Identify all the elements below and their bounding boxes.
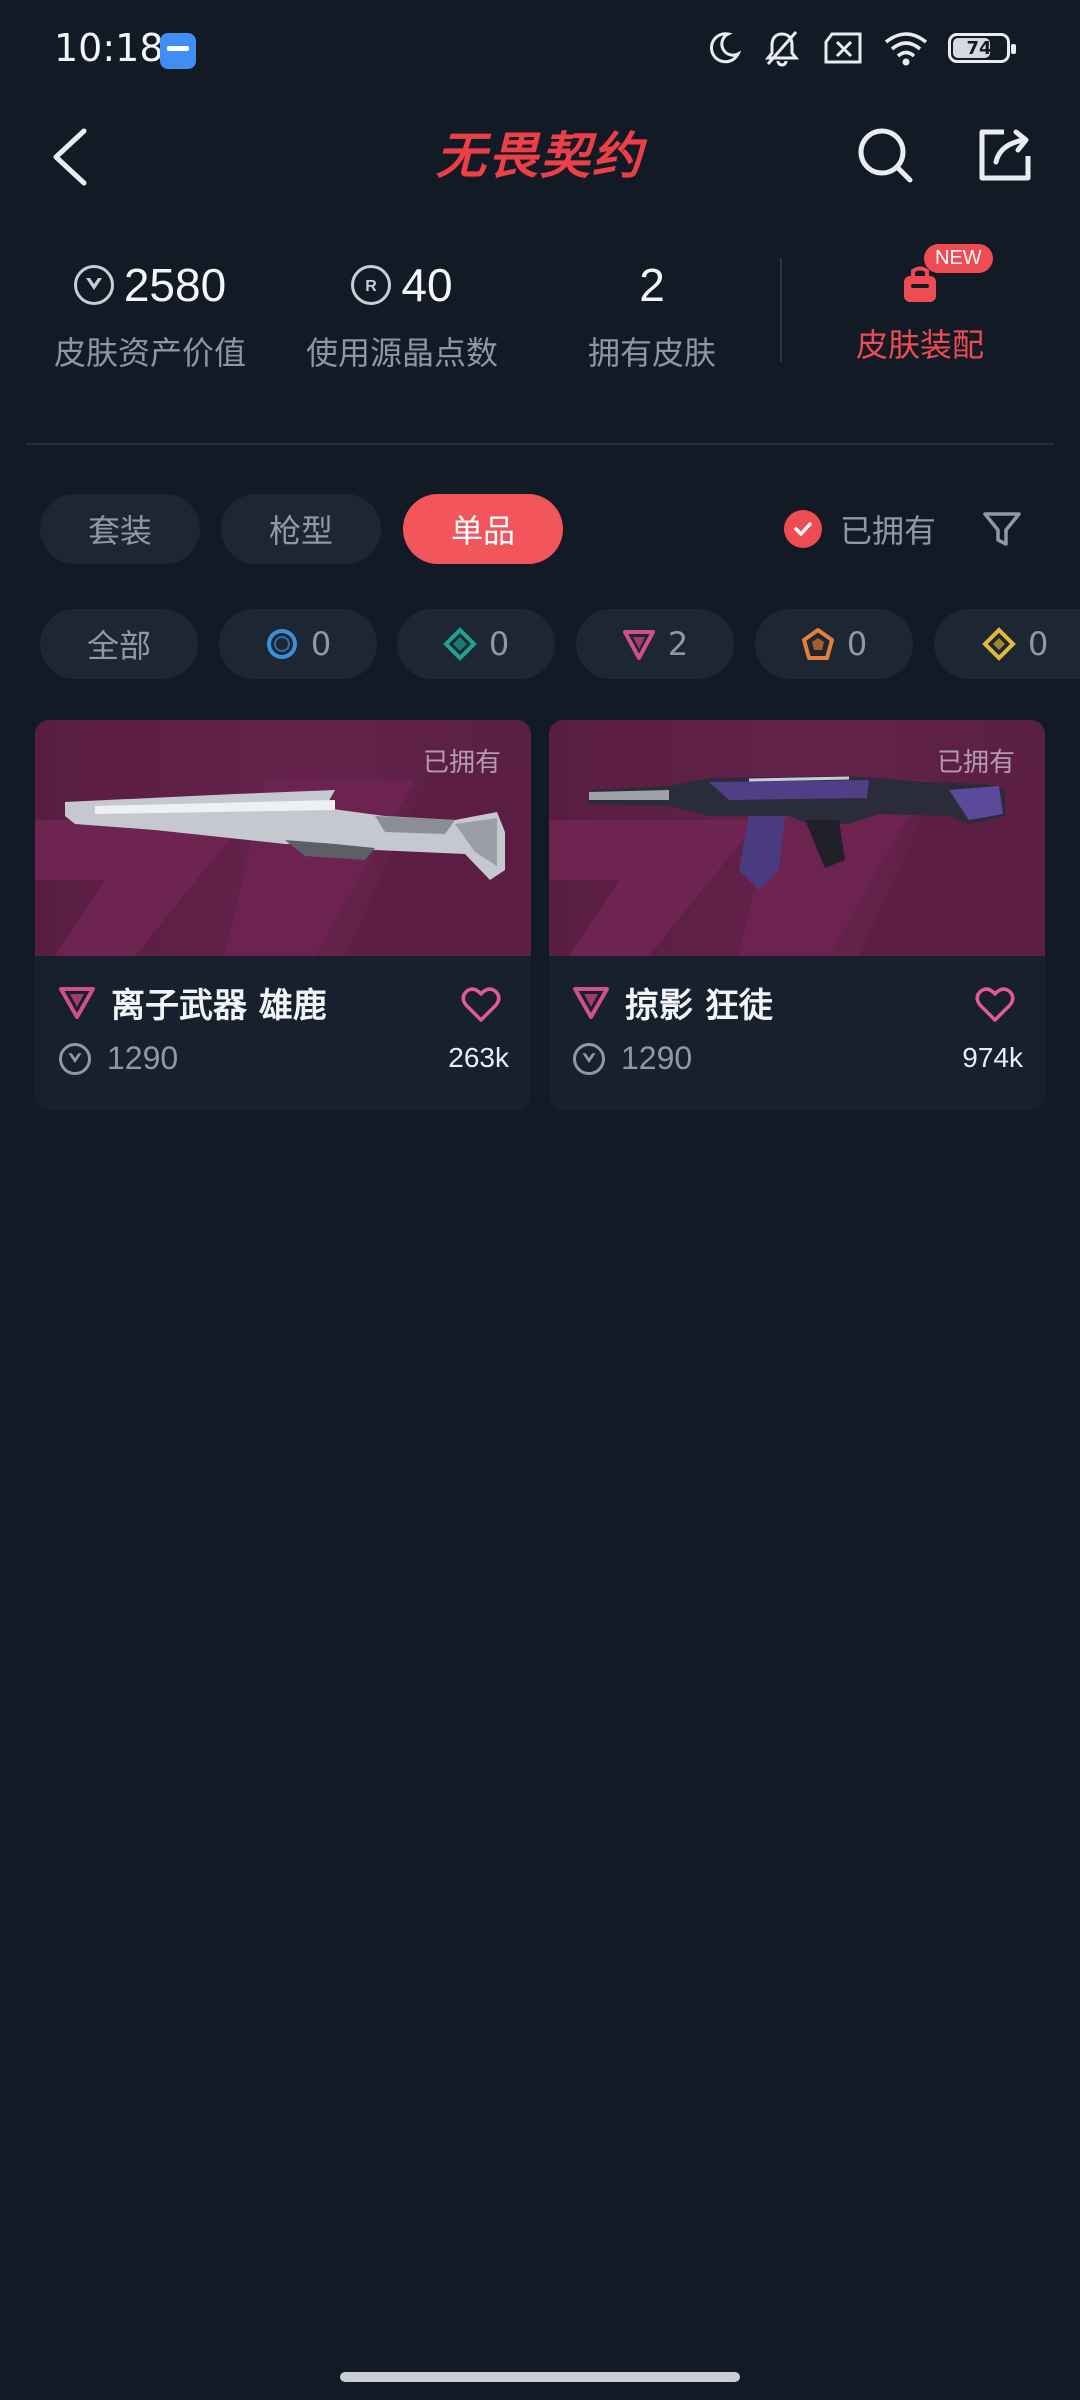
radianite-stat: R 40 使用源晶点数 — [302, 250, 502, 374]
skin-card[interactable]: 已拥有 离子武器 雄鹿 1290 263k — [35, 720, 531, 1110]
battery-level: 74 — [966, 37, 992, 59]
radianite-points-icon: R — [351, 265, 392, 305]
exclusive-tier-count: 0 — [846, 625, 868, 663]
share-button[interactable] — [965, 110, 1045, 200]
skin-likes-count: 263k — [448, 1042, 509, 1073]
favorite-heart-icon[interactable] — [975, 986, 1015, 1024]
premium-tier-count: 2 — [667, 625, 689, 663]
asset-value: 2580 — [123, 259, 227, 311]
chip-exclusive-tier[interactable]: 0 — [755, 609, 913, 679]
share-icon — [979, 129, 1031, 181]
valorant-points-icon — [59, 1042, 91, 1075]
skin-title: 掠影 狂徒 — [625, 986, 773, 1026]
svg-text:R: R — [366, 278, 378, 295]
chip-all[interactable]: 全部 — [40, 609, 198, 679]
deluxe-tier-count: 0 — [488, 625, 510, 663]
owned-skins-count: 2 — [639, 259, 665, 311]
header: 无畏契约 — [0, 100, 1080, 230]
asset-value-label: 皮肤资产价值 — [53, 334, 246, 372]
tab-weapon-types[interactable]: 枪型 — [221, 494, 381, 564]
no-sim-icon — [824, 32, 862, 64]
skin-card-image: 已拥有 — [35, 720, 531, 956]
filter-icon — [983, 512, 1021, 546]
wifi-icon — [884, 32, 928, 66]
chip-select-tier[interactable]: 0 — [219, 609, 377, 679]
owned-skins-label: 拥有皮肤 — [587, 334, 716, 372]
premium-tier-icon — [622, 630, 655, 660]
radianite-points: 40 — [401, 259, 453, 311]
ultra-tier-icon — [982, 627, 1016, 661]
section-divider — [26, 443, 1054, 445]
owned-tag: 已拥有 — [422, 748, 501, 778]
select-tier-count: 0 — [310, 625, 332, 663]
skin-price: 1290 — [107, 1040, 179, 1076]
stats-panel: 2580 皮肤资产价值 R 40 使用源晶点数 2 拥有皮肤 NEW 皮肤装配 — [0, 240, 1080, 420]
asset-value-stat: 2580 皮肤资产价值 — [50, 250, 250, 374]
mute-vibrate-icon — [764, 31, 800, 67]
home-indicator[interactable] — [340, 2372, 740, 2382]
owned-filter-label: 已拥有 — [840, 512, 937, 550]
skin-price: 1290 — [621, 1040, 693, 1076]
owned-filter-toggle[interactable]: 已拥有 — [784, 496, 936, 562]
stats-divider — [780, 258, 782, 362]
skin-card-image: 已拥有 — [549, 720, 1045, 956]
search-icon — [858, 128, 913, 183]
search-button[interactable] — [845, 110, 925, 200]
premium-tier-icon — [59, 986, 95, 1019]
skin-likes-count: 974k — [962, 1042, 1023, 1073]
valorant-points-icon — [573, 1042, 605, 1075]
skin-card[interactable]: 已拥有 掠影 狂徒 1290 974k — [549, 720, 1045, 1110]
valorant-points-icon — [73, 265, 114, 305]
skin-loadout-label: 皮肤装配 — [855, 326, 984, 364]
chip-premium-tier[interactable]: 2 — [576, 609, 734, 679]
new-badge: NEW — [924, 244, 993, 273]
deluxe-tier-icon — [442, 627, 477, 661]
checkmark-icon — [784, 510, 822, 548]
exclusive-tier-icon — [801, 628, 834, 660]
owned-tag: 已拥有 — [936, 748, 1015, 778]
status-icons: 74 — [706, 28, 1016, 68]
status-bar: 10:18 74 — [0, 0, 1080, 100]
moon-icon — [709, 32, 742, 64]
battery-icon: 74 — [948, 33, 1016, 63]
select-tier-icon — [266, 629, 297, 659]
skin-loadout-button[interactable]: NEW 皮肤装配 — [820, 244, 1020, 366]
chip-ultra-tier[interactable]: 0 — [934, 609, 1080, 679]
radianite-points-label: 使用源晶点数 — [305, 334, 498, 372]
owned-skins-stat: 2 拥有皮肤 — [552, 250, 752, 374]
tab-bundles[interactable]: 套装 — [40, 494, 200, 564]
chip-deluxe-tier[interactable]: 0 — [397, 609, 555, 679]
filter-button[interactable] — [975, 496, 1029, 562]
notification-app-icon — [160, 33, 196, 69]
tab-single-items[interactable]: 单品 — [403, 494, 563, 564]
premium-tier-icon — [573, 986, 609, 1019]
status-time: 10:18 — [54, 26, 164, 70]
ultra-tier-count: 0 — [1028, 625, 1049, 663]
skin-title: 离子武器 雄鹿 — [111, 986, 327, 1026]
favorite-heart-icon[interactable] — [461, 986, 501, 1024]
